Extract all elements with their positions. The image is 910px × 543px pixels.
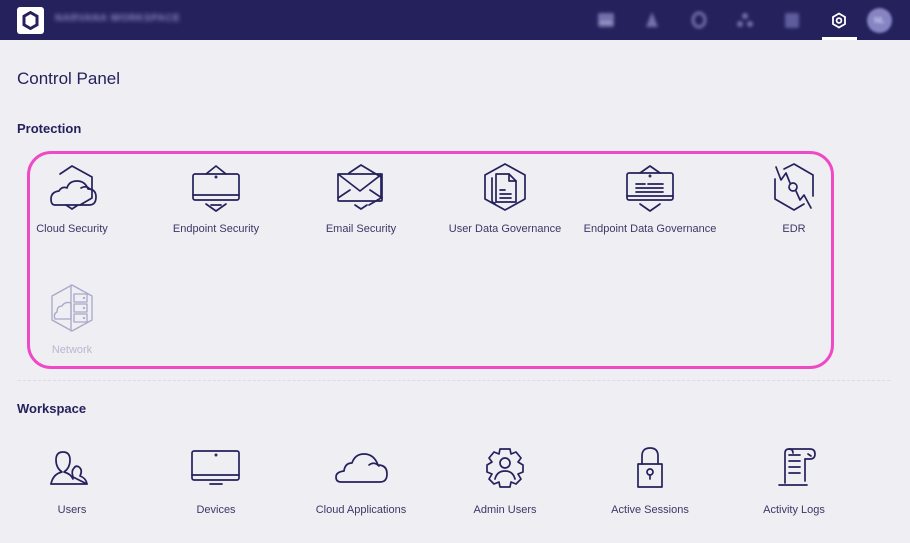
tile-label: Activity Logs — [763, 504, 825, 516]
tile-activity-logs[interactable]: Activity Logs — [724, 440, 864, 530]
tile-label: Admin Users — [473, 504, 537, 516]
tile-label: EDR — [782, 223, 806, 235]
nav-settings[interactable] — [827, 8, 851, 32]
top-bar: NARVANA WORKSPACE NL — [0, 0, 910, 40]
network-icon — [51, 284, 93, 332]
nav-calendar[interactable] — [780, 8, 804, 32]
tile-label: Devices — [196, 504, 236, 516]
cloud-security-icon — [50, 165, 97, 210]
tile-endpoint-security[interactable]: Endpoint Security — [146, 159, 286, 249]
tile-edr[interactable]: EDR — [724, 159, 864, 249]
nav-notifications[interactable] — [687, 8, 711, 32]
hexagon-logo-icon — [22, 11, 39, 30]
tile-label: Cloud Applications — [315, 504, 407, 516]
cloud-applications-icon — [335, 453, 388, 483]
admin-users-icon — [486, 448, 524, 488]
nav-network-map[interactable] — [733, 8, 757, 32]
page-title: Control Panel — [17, 69, 121, 88]
tile-users[interactable]: Users — [2, 440, 142, 530]
tile-label: Cloud Security — [36, 223, 108, 235]
users-icon — [50, 451, 88, 485]
user-avatar[interactable]: NL — [867, 8, 892, 33]
tile-label: Endpoint Security — [172, 223, 260, 235]
nav-alerts[interactable] — [640, 8, 664, 32]
devices-icon — [191, 450, 240, 485]
tile-label: Endpoint Data Governance — [583, 223, 717, 235]
avatar-initials: NL — [874, 16, 885, 25]
tile-email-security[interactable]: Email Security — [291, 159, 431, 249]
tile-label: Active Sessions — [611, 504, 689, 516]
tile-cloud-applications[interactable]: Cloud Applications — [291, 440, 431, 530]
reports-icon — [598, 13, 614, 27]
nav-reports[interactable] — [594, 8, 618, 32]
tile-network[interactable]: Network — [2, 280, 142, 370]
app-logo[interactable] — [17, 7, 44, 34]
tile-endpoint-data-governance[interactable]: Endpoint Data Governance — [580, 159, 720, 249]
active-sessions-icon — [637, 447, 663, 488]
endpoint-security-icon — [192, 165, 240, 212]
tile-label: Users — [57, 504, 87, 516]
tile-admin-users[interactable]: Admin Users — [435, 440, 575, 530]
alerts-icon — [646, 12, 658, 27]
tile-label: Network — [51, 344, 93, 356]
network-map-icon — [737, 13, 753, 27]
tile-label: Email Security — [325, 223, 397, 235]
section-divider — [18, 380, 890, 381]
section-title-workspace: Workspace — [17, 401, 87, 416]
tile-active-sessions[interactable]: Active Sessions — [580, 440, 720, 530]
settings-icon — [832, 11, 846, 29]
email-security-icon — [337, 164, 383, 210]
workspace-name[interactable]: NARVANA WORKSPACE — [55, 13, 180, 24]
notifications-icon — [691, 11, 707, 29]
tile-label: User Data Governance — [448, 223, 562, 235]
calendar-icon — [785, 12, 799, 28]
endpoint-data-governance-icon — [626, 165, 674, 212]
activity-logs-icon — [778, 448, 816, 486]
active-nav-indicator — [822, 37, 857, 40]
edr-icon — [774, 163, 814, 211]
user-data-governance-icon — [484, 163, 526, 211]
tile-cloud-security[interactable]: Cloud Security — [2, 159, 142, 249]
tile-devices[interactable]: Devices — [146, 440, 286, 530]
section-title-protection: Protection — [17, 121, 82, 136]
tile-user-data-governance[interactable]: User Data Governance — [435, 159, 575, 249]
